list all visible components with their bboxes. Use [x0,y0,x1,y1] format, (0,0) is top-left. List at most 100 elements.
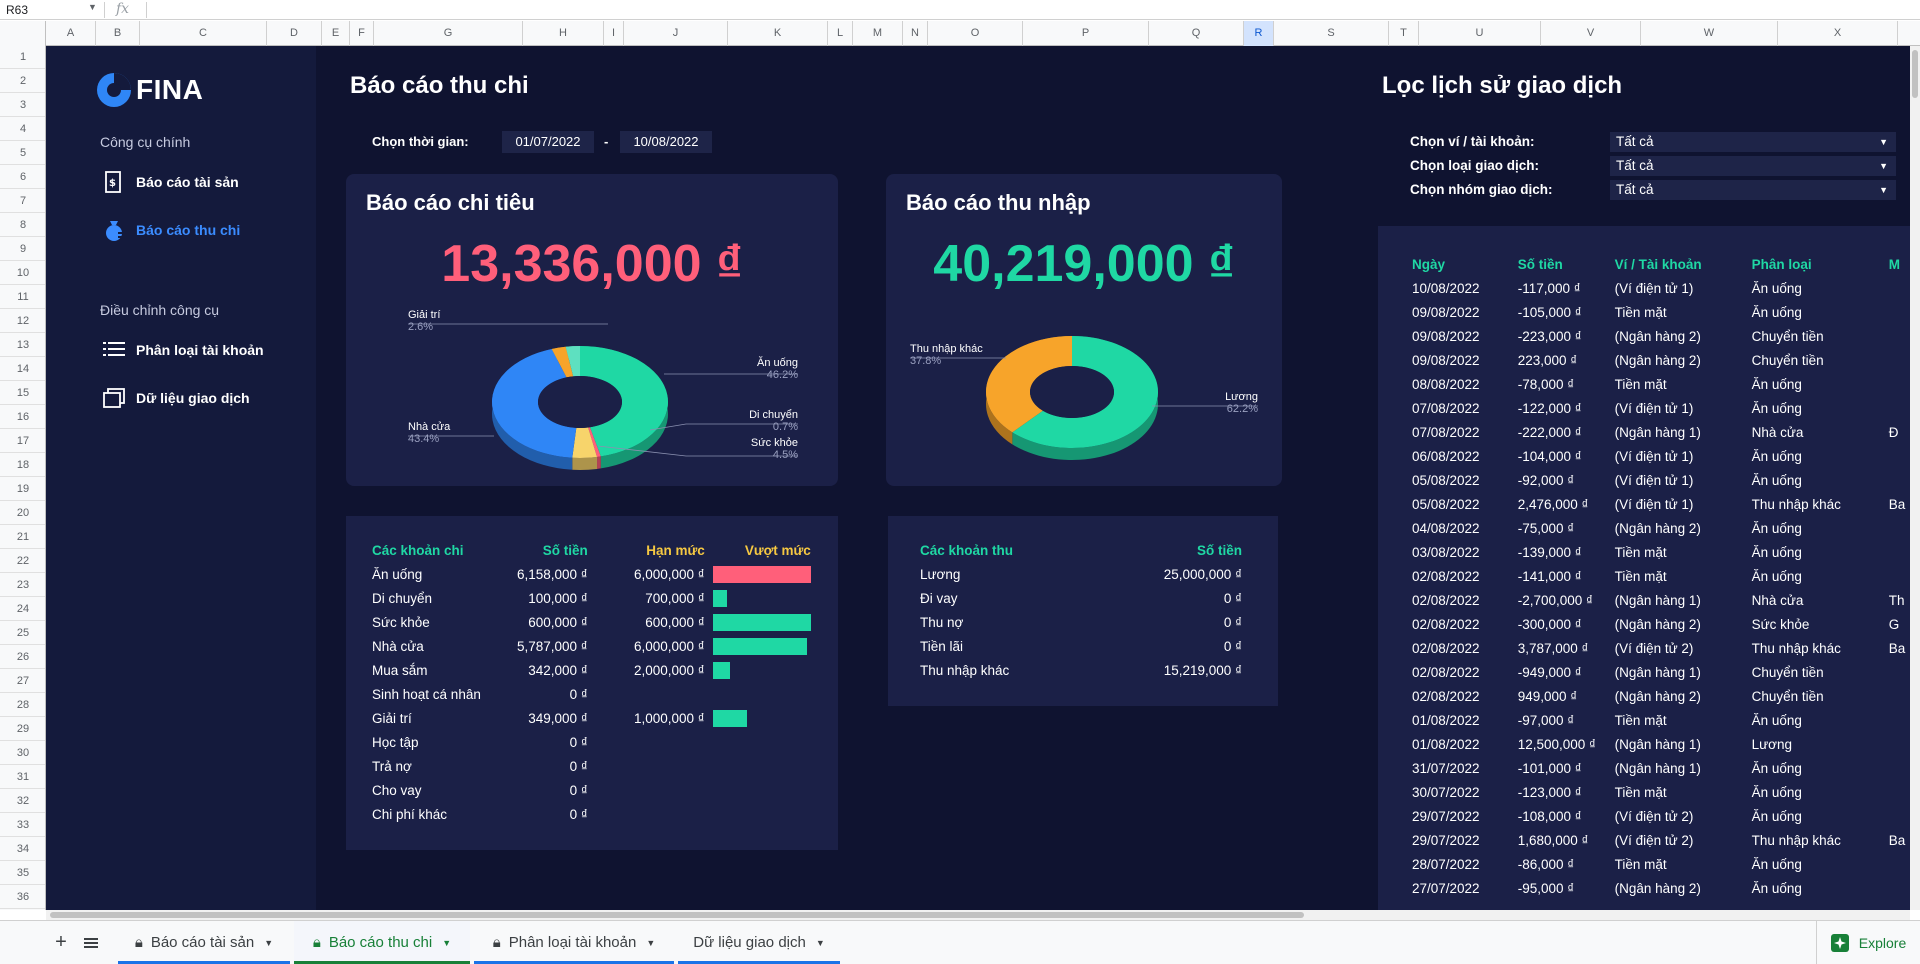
row-header[interactable]: 31 [0,765,45,789]
column-header[interactable]: B [96,21,140,46]
table-row[interactable]: 08/08/2022 -78,000 ₫ Tiền mặt Ăn uống [1412,372,1910,396]
tab-assets-report[interactable]: 🔒︎ Báo cáo tài sản ▼ [118,921,290,964]
vertical-scrollbar[interactable] [1910,46,1920,910]
table-row[interactable]: 07/08/2022 -122,000 ₫ (Ví điện tử 1) Ăn uốn… [1412,396,1910,420]
row-header[interactable]: 19 [0,477,45,501]
column-header[interactable]: J [624,21,728,46]
row-header[interactable]: 17 [0,429,45,453]
table-row[interactable]: 01/08/2022 12,500,000 ₫ (Ngân hàng 1) Lương [1412,732,1910,756]
row-header[interactable]: 30 [0,741,45,765]
column-header[interactable]: C [140,21,267,46]
table-row[interactable]: 03/08/2022 -139,000 ₫ Tiền mặt Ăn uống [1412,540,1910,564]
column-header[interactable]: N [903,21,928,46]
row-header[interactable]: 2 [0,69,45,93]
row-header[interactable]: 26 [0,645,45,669]
select-all-corner[interactable] [0,21,46,46]
row-header[interactable]: 32 [0,789,45,813]
table-row[interactable]: 09/08/2022 -105,000 ₫ Tiền mặt Ăn uống [1412,300,1910,324]
date-from-field[interactable]: 01/07/2022 [502,131,594,153]
column-header[interactable]: W [1641,21,1778,46]
row-header[interactable]: 5 [0,141,45,165]
tab-transaction-data[interactable]: Dữ liệu giao dịch ▼ [678,921,840,964]
table-row[interactable]: 02/08/2022 949,000 ₫ (Ngân hàng 2) Chuyển t… [1412,684,1910,708]
row-header[interactable]: 36 [0,885,45,909]
table-row[interactable]: 02/08/2022 -949,000 ₫ (Ngân hàng 1) Chuyển … [1412,660,1910,684]
row-header[interactable]: 33 [0,813,45,837]
row-header[interactable]: 8 [0,213,45,237]
column-header[interactable]: D [267,21,322,46]
row-header[interactable]: 20 [0,501,45,525]
table-row[interactable]: 09/08/2022 -223,000 ₫ (Ngân hàng 2) Chuyển … [1412,324,1910,348]
sidebar-item-transactions[interactable]: Dữ liệu giao dịch [102,386,250,410]
type-filter-select[interactable]: Tất cả ▼ [1610,156,1896,176]
row-header[interactable]: 29 [0,717,45,741]
row-header[interactable]: 7 [0,189,45,213]
row-header[interactable]: 4 [0,117,45,141]
column-header[interactable]: P [1023,21,1149,46]
row-header[interactable]: 23 [0,573,45,597]
table-row[interactable]: 05/08/2022 2,476,000 ₫ (Ví điện tử 1) Thu n… [1412,492,1910,516]
table-row[interactable]: 05/08/2022 -92,000 ₫ (Ví điện tử 1) Ăn uống [1412,468,1910,492]
scroll-thumb[interactable] [1912,50,1918,98]
row-header[interactable]: 28 [0,693,45,717]
row-header[interactable]: 15 [0,381,45,405]
column-header[interactable]: T [1389,21,1419,46]
row-header[interactable]: 27 [0,669,45,693]
column-header[interactable]: I [604,21,624,46]
table-row[interactable]: 02/08/2022 -300,000 ₫ (Ngân hàng 2) Sức khỏ… [1412,612,1910,636]
table-row[interactable]: 06/08/2022 -104,000 ₫ (Ví điện tử 1) Ăn uốn… [1412,444,1910,468]
column-header[interactable]: L [828,21,853,46]
row-header[interactable]: 6 [0,165,45,189]
row-header[interactable]: 18 [0,453,45,477]
table-row[interactable]: 29/07/2022 -108,000 ₫ (Ví điện tử 2) Ăn uốn… [1412,804,1910,828]
table-row[interactable]: 07/08/2022 -222,000 ₫ (Ngân hàng 1) Nhà cửa… [1412,420,1910,444]
chevron-down-icon[interactable]: ▼ [88,2,97,12]
column-header[interactable]: H [523,21,604,46]
column-header[interactable]: A [46,21,96,46]
table-row[interactable]: 27/07/2022 -95,000 ₫ (Ngân hàng 2) Ăn uống [1412,876,1910,900]
wallet-filter-select[interactable]: Tất cả ▼ [1610,132,1896,152]
table-row[interactable]: 02/08/2022 3,787,000 ₫ (Ví điện tử 2) Thu n… [1412,636,1910,660]
date-to-field[interactable]: 10/08/2022 [620,131,712,153]
table-row[interactable]: 28/07/2022 -86,000 ₫ Tiền mặt Ăn uống [1412,852,1910,876]
table-row[interactable]: 29/07/2022 1,680,000 ₫ (Ví điện tử 2) Thu n… [1412,828,1910,852]
sidebar-item-income-expense[interactable]: Báo cáo thu chi [102,218,240,242]
table-row[interactable]: 04/08/2022 -75,000 ₫ (Ngân hàng 2) Ăn uống [1412,516,1910,540]
group-filter-select[interactable]: Tất cả ▼ [1610,180,1896,200]
table-row[interactable]: 09/08/2022 223,000 ₫ (Ngân hàng 2) Chuyển t… [1412,348,1910,372]
column-header[interactable]: X [1778,21,1898,46]
table-row[interactable]: 02/08/2022 -2,700,000 ₫ (Ngân hàng 1) Nhà c… [1412,588,1910,612]
row-header[interactable]: 14 [0,357,45,381]
row-header[interactable]: 35 [0,861,45,885]
column-header[interactable]: Q [1149,21,1244,46]
row-header[interactable]: 3 [0,93,45,117]
table-row[interactable]: 10/08/2022 -117,000 ₫ (Ví điện tử 1) Ăn uốn… [1412,276,1910,300]
table-row[interactable]: 02/08/2022 -141,000 ₫ Tiền mặt Ăn uống [1412,564,1910,588]
row-header[interactable]: 16 [0,405,45,429]
column-header[interactable]: R [1244,21,1274,46]
row-header[interactable]: 13 [0,333,45,357]
column-header[interactable]: U [1419,21,1541,46]
column-header[interactable]: F [350,21,374,46]
row-header[interactable]: 34 [0,837,45,861]
row-header[interactable]: 24 [0,597,45,621]
row-header[interactable]: 21 [0,525,45,549]
row-header[interactable]: 1 [0,46,45,69]
sidebar-item-assets[interactable]: $ Báo cáo tài sản [102,170,239,194]
add-sheet-button[interactable]: + [46,921,76,964]
table-row[interactable]: 31/07/2022 -101,000 ₫ (Ngân hàng 1) Ăn uống [1412,756,1910,780]
horizontal-scrollbar[interactable] [46,910,1910,920]
explore-button[interactable]: Explore [1816,921,1920,964]
cell-reference[interactable]: R63 [6,3,28,17]
row-header[interactable]: 9 [0,237,45,261]
tab-account-categories[interactable]: 🔒︎ Phân loại tài khoản ▼ [474,921,674,964]
sidebar-item-categories[interactable]: Phân loại tài khoản [102,338,264,362]
row-header[interactable]: 25 [0,621,45,645]
table-row[interactable]: 01/08/2022 -97,000 ₫ Tiền mặt Ăn uống [1412,708,1910,732]
tab-income-expense-report[interactable]: 🔒︎ Báo cáo thu chi ▼ [294,921,470,964]
column-header[interactable]: G [374,21,523,46]
column-header[interactable]: E [322,21,350,46]
column-header[interactable]: S [1274,21,1389,46]
table-row[interactable]: 30/07/2022 -123,000 ₫ Tiền mặt Ăn uống [1412,780,1910,804]
column-header[interactable]: K [728,21,828,46]
